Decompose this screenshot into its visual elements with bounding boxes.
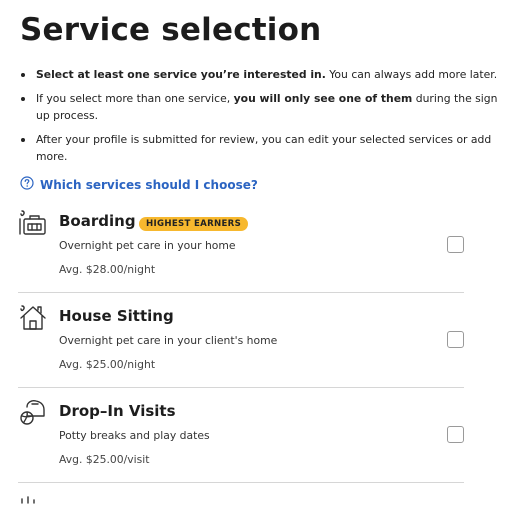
boarding-checkbox[interactable]	[447, 236, 464, 253]
bullet-item: Select at least one service you’re inter…	[20, 66, 500, 83]
boarding-icon	[18, 207, 48, 237]
info-bullets: Select at least one service you’re inter…	[20, 66, 500, 172]
bullet-item: If you select more than one service, you…	[20, 90, 500, 124]
service-name: House Sitting	[59, 307, 174, 325]
service-boarding[interactable]: Boarding HIGHEST EARNERS Overnight pet c…	[18, 205, 464, 293]
bullet-bold-text: you will only see one of them	[233, 92, 413, 105]
which-services-label: Which services should I choose?	[40, 177, 258, 192]
page-title: Service selection	[20, 12, 322, 48]
service-drop-in-visits[interactable]: Drop–In Visits Potty breaks and play dat…	[18, 395, 464, 483]
drop-in-visits-checkbox[interactable]	[447, 426, 464, 443]
service-price: Avg. $28.00/night	[59, 263, 156, 276]
house-sitting-icon	[18, 302, 48, 332]
service-price: Avg. $25.00/night	[59, 358, 156, 371]
house-sitting-checkbox[interactable]	[447, 331, 464, 348]
bullet-bold-text: Select at least one service you’re inter…	[36, 68, 326, 81]
service-description: Overnight pet care in your client's home	[59, 334, 278, 347]
highest-earners-badge: HIGHEST EARNERS	[139, 217, 249, 231]
next-service-icon-peek	[20, 489, 48, 504]
service-description: Overnight pet care in your home	[59, 239, 236, 252]
bullet-text: You can always add more later.	[325, 68, 498, 81]
service-house-sitting[interactable]: House Sitting Overnight pet care in your…	[18, 300, 464, 388]
question-circle-icon	[20, 175, 34, 194]
service-price: Avg. $25.00/visit	[59, 453, 150, 466]
bullet-text: If you select more than one service,	[36, 92, 234, 105]
bullet-item: After your profile is submitted for revi…	[20, 131, 500, 165]
which-services-link[interactable]: Which services should I choose?	[20, 175, 258, 194]
service-list: Boarding HIGHEST EARNERS Overnight pet c…	[18, 205, 464, 490]
service-name: Drop–In Visits	[59, 402, 176, 420]
bullet-text: After your profile is submitted for revi…	[36, 133, 492, 163]
drop-in-visits-icon	[18, 397, 48, 427]
service-name: Boarding	[59, 212, 136, 230]
service-description: Potty breaks and play dates	[59, 429, 210, 442]
